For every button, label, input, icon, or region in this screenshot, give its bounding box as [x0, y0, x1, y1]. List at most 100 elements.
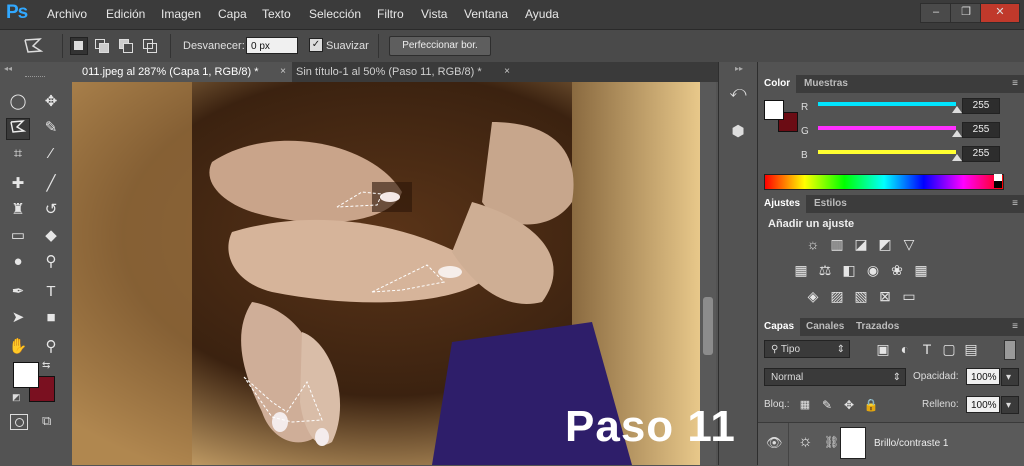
eyedropper-icon[interactable]: ⁄ — [40, 144, 62, 164]
tab-capas[interactable]: Capas — [758, 318, 801, 336]
exposure-icon[interactable]: ◩ — [876, 236, 894, 252]
blend-mode-select[interactable]: Normal ⇕ — [764, 368, 906, 386]
lock-position-icon[interactable]: ✥ — [840, 397, 858, 413]
brightness-contrast-icon[interactable]: ☼ — [804, 236, 822, 252]
screen-mode-icon[interactable]: ⧉ — [42, 414, 60, 428]
tab-sin-titulo-1[interactable]: Sin título-1 al 50% (Paso 11, RGB/8) * × — [286, 62, 516, 82]
panel-menu-icon[interactable]: ≡ — [1012, 78, 1018, 89]
intersect-selection-icon[interactable] — [142, 38, 158, 54]
refine-edge-button[interactable]: Perfeccionar bor. — [389, 36, 491, 56]
filter-adjustment-icon[interactable]: ◐ — [896, 341, 914, 357]
channel-b-value[interactable]: 255 — [962, 146, 1000, 162]
pen-tool-icon[interactable]: ✒ — [7, 282, 29, 302]
hand-tool-icon[interactable]: ✋ — [7, 337, 29, 357]
close-button[interactable]: ✕ — [980, 3, 1020, 23]
menu-seleccion[interactable]: Selección — [309, 7, 361, 21]
healing-brush-icon[interactable]: ✚ — [7, 174, 29, 194]
brush-tool-icon[interactable]: ╱ — [40, 174, 62, 194]
color-spectrum-ramp[interactable] — [764, 174, 1004, 190]
menu-texto[interactable]: Texto — [262, 7, 291, 21]
restore-button[interactable]: ❐ — [950, 3, 982, 23]
elliptical-marquee-icon[interactable]: ◯ — [7, 92, 29, 112]
grip-icon[interactable] — [25, 76, 45, 79]
filter-pixel-icon[interactable]: ▣ — [874, 341, 892, 357]
quick-mask-icon[interactable] — [10, 414, 28, 430]
black-swatch[interactable] — [994, 181, 1002, 188]
panel-menu-icon[interactable]: ≡ — [1012, 198, 1018, 209]
zoom-tool-icon[interactable]: ⚲ — [40, 337, 62, 357]
crop-tool-icon[interactable]: ⌗ — [7, 144, 29, 164]
photo-filter-icon[interactable]: ◉ — [864, 262, 882, 278]
layer-mask-thumbnail[interactable] — [840, 427, 866, 459]
visibility-eye-icon[interactable]: 👁 — [766, 435, 783, 451]
black-white-icon[interactable]: ◧ — [840, 262, 858, 278]
menu-ventana[interactable]: Ventana — [464, 7, 508, 21]
slider-handle-icon[interactable] — [952, 106, 962, 113]
slider-handle-icon[interactable] — [952, 130, 962, 137]
tab-ajustes[interactable]: Ajustes — [758, 195, 807, 213]
gradient-map-icon[interactable]: ▭ — [900, 288, 918, 304]
expand-panels-icon[interactable]: ▸▸ — [735, 64, 743, 73]
lock-pixels-icon[interactable]: ✎ — [818, 397, 836, 413]
scroll-thumb[interactable] — [703, 297, 713, 355]
menu-capa[interactable]: Capa — [218, 7, 247, 21]
slider-handle-icon[interactable] — [952, 154, 962, 161]
path-selection-icon[interactable]: ➤ — [7, 308, 29, 328]
opacity-input[interactable]: 100% — [966, 368, 1000, 385]
layer-filter-select[interactable]: ⚲ Tipo ⇕ — [764, 340, 850, 358]
collapse-icon[interactable]: ◂◂ — [4, 64, 12, 73]
channel-r-value[interactable]: 255 — [962, 98, 1000, 114]
fill-input[interactable]: 100% — [966, 396, 1000, 413]
threshold-icon[interactable]: ▧ — [852, 288, 870, 304]
blur-tool-icon[interactable]: ● — [7, 252, 29, 272]
smooth-checkbox[interactable]: ✓ — [309, 38, 323, 52]
new-selection-icon[interactable] — [70, 37, 88, 55]
menu-archivo[interactable]: Archivo — [47, 7, 87, 21]
history-brush-icon[interactable]: ↺ — [40, 200, 62, 220]
tab-trazados[interactable]: Trazados — [850, 318, 905, 336]
menu-edicion[interactable]: Edición — [106, 7, 145, 21]
lock-transparency-icon[interactable]: ▦ — [796, 397, 814, 413]
filter-type-icon[interactable]: T — [918, 341, 936, 357]
menu-imagen[interactable]: Imagen — [161, 7, 201, 21]
move-tool-icon[interactable]: ✥ — [40, 92, 62, 112]
tab-canales[interactable]: Canales — [800, 318, 850, 336]
menu-vista[interactable]: Vista — [421, 7, 447, 21]
clone-stamp-icon[interactable]: ♜ — [7, 200, 29, 220]
layer-row-brillo-contraste[interactable]: 👁 ☼ ⛓ Brillo/contraste 1 — [758, 422, 1024, 466]
tab-011-jpeg[interactable]: 011.jpeg al 287% (Capa 1, RGB/8) * × — [72, 62, 292, 82]
tab-muestras[interactable]: Muestras — [798, 75, 854, 93]
levels-icon[interactable]: ▥ — [828, 236, 846, 252]
channel-g-value[interactable]: 255 — [962, 122, 1000, 138]
paint-bucket-icon[interactable]: ◆ — [40, 226, 62, 246]
panel-menu-icon[interactable]: ≡ — [1012, 321, 1018, 332]
subtract-from-selection-icon[interactable] — [118, 38, 134, 54]
history-panel-icon[interactable]: ⤺ — [728, 84, 748, 108]
filter-smart-object-icon[interactable]: ▤ — [962, 341, 980, 357]
3d-panel-icon[interactable]: ⬢ — [728, 122, 748, 146]
tab-color[interactable]: Color — [758, 75, 797, 93]
lock-all-icon[interactable]: 🔒 — [862, 397, 880, 413]
selective-color-icon[interactable]: ⊠ — [876, 288, 894, 304]
menu-ayuda[interactable]: Ayuda — [525, 7, 559, 21]
color-panel-fg-swatch[interactable] — [764, 100, 784, 120]
minimize-button[interactable]: – — [920, 3, 952, 23]
hue-saturation-icon[interactable]: ▦ — [792, 262, 810, 278]
vibrance-icon[interactable]: ▽ — [900, 236, 918, 252]
opacity-dropdown[interactable]: ▾ — [1001, 368, 1019, 386]
add-to-selection-icon[interactable] — [94, 38, 110, 54]
close-tab-icon[interactable]: × — [504, 62, 510, 82]
feather-input[interactable]: 0 px — [246, 37, 298, 54]
posterize-icon[interactable]: ▨ — [828, 288, 846, 304]
fill-dropdown[interactable]: ▾ — [1001, 396, 1019, 414]
polygonal-lasso-tool-icon[interactable] — [6, 118, 30, 140]
color-lookup-icon[interactable]: ▦ — [912, 262, 930, 278]
swap-colors-icon[interactable]: ⇆ — [42, 360, 50, 371]
curves-icon[interactable]: ◪ — [852, 236, 870, 252]
menu-filtro[interactable]: Filtro — [377, 7, 404, 21]
color-balance-icon[interactable]: ⚖ — [816, 262, 834, 278]
channel-b-slider[interactable] — [818, 150, 956, 154]
white-swatch[interactable] — [994, 174, 1002, 181]
link-icon[interactable]: ⛓ — [824, 435, 839, 449]
eraser-icon[interactable]: ▭ — [7, 226, 29, 246]
